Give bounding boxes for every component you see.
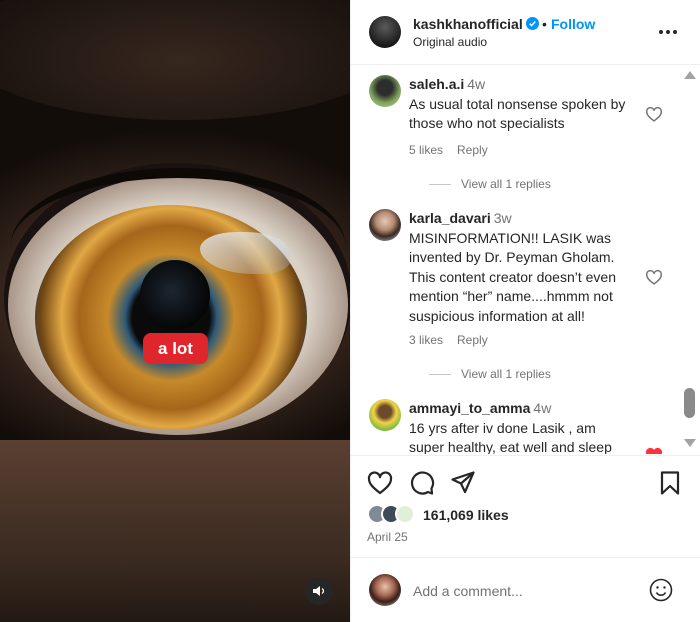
post-panel: kashkhanofficial • Follow Original audio… [350, 0, 700, 622]
view-replies-label: View all 1 replies [461, 177, 551, 191]
heart-filled-icon[interactable] [645, 447, 663, 454]
comment-text: MISINFORMATION!! LASIK was invented by D… [409, 229, 617, 324]
comment-time[interactable]: 3w [494, 210, 512, 226]
more-dot [673, 30, 677, 34]
reply-button[interactable]: Reply [457, 143, 488, 157]
author-username[interactable]: kashkhanofficial [413, 16, 523, 32]
replies-line [429, 183, 451, 185]
verified-badge-icon [526, 17, 539, 30]
reel-media[interactable]: a lot [0, 0, 350, 622]
commenter-avatar[interactable] [369, 209, 401, 241]
comments-scrollbar[interactable] [681, 66, 698, 454]
comment-likes[interactable]: 3 likes [409, 333, 443, 347]
comment-text: 16 yrs after iv done Lasik , am super he… [409, 419, 612, 455]
mute-button[interactable] [305, 577, 333, 605]
more-options-button[interactable] [657, 22, 679, 42]
media-shadow [0, 0, 350, 120]
comment-time[interactable]: 4w [467, 76, 485, 92]
likes-count[interactable]: 161,069 likes [423, 507, 509, 523]
share-icon[interactable] [450, 470, 476, 496]
current-user-avatar [369, 574, 401, 606]
comment-text-block: ammayi_to_amma 4w 16 yrs after iv done La… [409, 399, 633, 454]
post-header: kashkhanofficial • Follow Original audio [351, 0, 700, 65]
comment-text-block: saleh.a.i 4w As usual total nonsense spok… [409, 75, 633, 134]
comment-username[interactable]: karla_davari [409, 210, 491, 226]
comment-meta: 5 likes Reply [409, 143, 488, 157]
post-actions: 161,069 likes April 25 [351, 455, 700, 550]
lower-skin [0, 440, 350, 622]
commenter-avatar[interactable] [369, 75, 401, 107]
likes-summary: 161,069 likes [367, 504, 687, 526]
view-replies-label: View all 1 replies [461, 367, 551, 381]
comment-text-block: karla_davari 3w MISINFORMATION!! LASIK wa… [409, 209, 633, 326]
comment-username[interactable]: ammayi_to_amma [409, 400, 530, 416]
view-replies-button[interactable]: View all 1 replies [429, 367, 551, 381]
view-replies-button[interactable]: View all 1 replies [429, 177, 551, 191]
add-comment-bar [351, 557, 700, 622]
replies-line [429, 373, 451, 375]
post-date[interactable]: April 25 [367, 530, 408, 544]
commenter-avatar[interactable] [369, 399, 401, 431]
comment-text: As usual total nonsense spoken by those … [409, 95, 626, 132]
bookmark-icon[interactable] [657, 470, 683, 496]
more-dot [666, 30, 670, 34]
scroll-down-arrow-icon[interactable] [684, 439, 696, 447]
comment-icon[interactable] [409, 470, 435, 496]
caption-overlay: a lot [143, 333, 208, 364]
more-options-icon [659, 30, 663, 34]
comment-meta: 3 likes Reply [409, 333, 488, 347]
audio-label[interactable]: Original audio [413, 35, 487, 49]
comments-list: saleh.a.i 4w As usual total nonsense spok… [351, 66, 700, 454]
separator-dot: • [542, 16, 547, 32]
comment-likes[interactable]: 5 likes [409, 143, 443, 157]
scroll-up-arrow-icon[interactable] [684, 71, 696, 79]
comment-input[interactable] [413, 580, 643, 602]
heart-icon[interactable] [367, 470, 393, 496]
liker-avatar[interactable] [395, 504, 415, 524]
comment-time[interactable]: 4w [533, 400, 551, 416]
speaker-icon [313, 586, 325, 596]
heart-icon[interactable] [645, 106, 663, 122]
follow-button[interactable]: Follow [551, 16, 595, 32]
reply-button[interactable]: Reply [457, 333, 488, 347]
emoji-icon[interactable] [649, 578, 673, 602]
comment-username[interactable]: saleh.a.i [409, 76, 464, 92]
eye-pupil [140, 260, 210, 330]
author-avatar[interactable] [369, 16, 401, 48]
scrollbar-thumb[interactable] [684, 388, 695, 418]
heart-icon[interactable] [645, 269, 663, 285]
